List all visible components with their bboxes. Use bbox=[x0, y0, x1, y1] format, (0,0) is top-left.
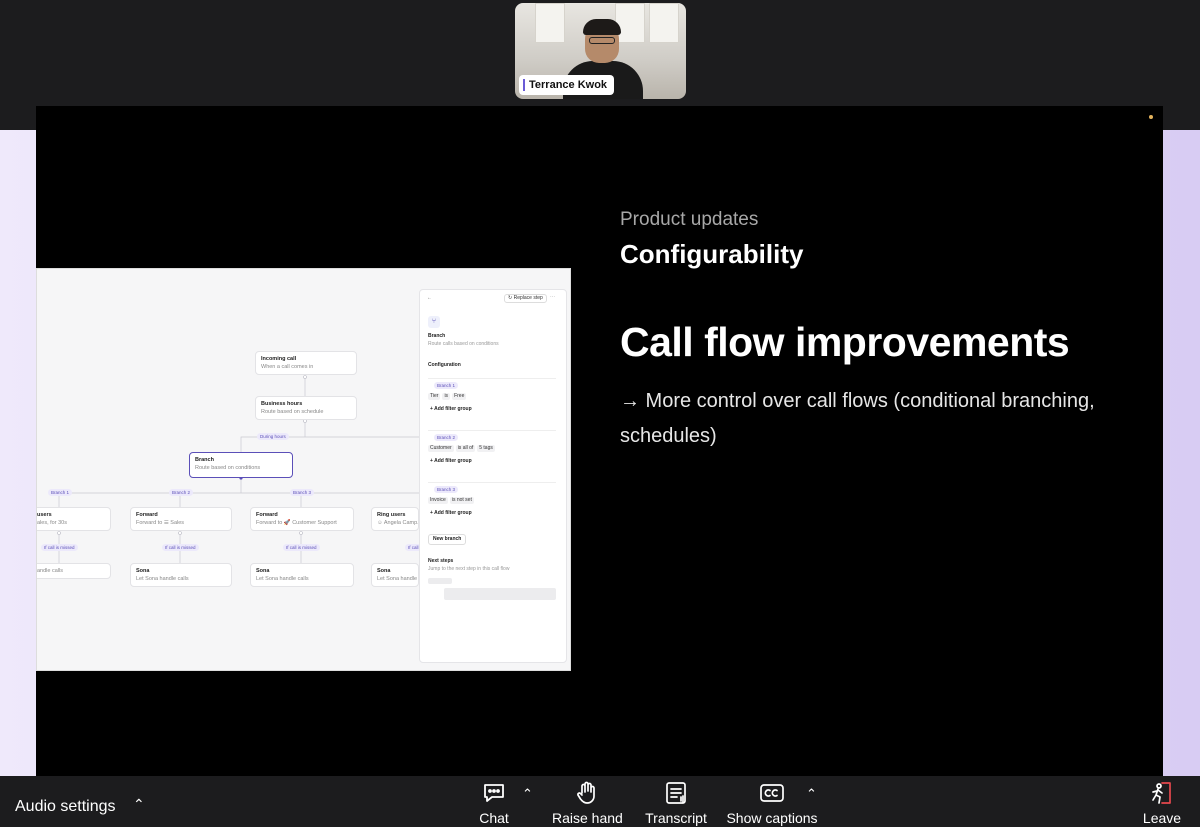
node-incoming-call[interactable]: Incoming call When a call comes in bbox=[255, 351, 357, 375]
panel-title: Branch bbox=[428, 333, 446, 339]
loading-skeleton bbox=[444, 588, 556, 600]
branch-2-filter[interactable]: Customer is all of 5 tags bbox=[428, 445, 497, 452]
loading-skeleton bbox=[428, 578, 452, 584]
next-steps-heading: Next steps bbox=[428, 558, 454, 564]
transcript-button[interactable]: Transcript bbox=[642, 780, 710, 826]
node-business-hours[interactable]: Business hours Route based on schedule bbox=[255, 396, 357, 420]
branch-3-label: Branch 3 bbox=[434, 486, 459, 493]
pill-branch-2: Branch 2 bbox=[169, 489, 194, 496]
node-sona[interactable]: Sona Let Sona handle calls bbox=[250, 563, 354, 587]
participant-name: Terrance Kwok bbox=[519, 75, 615, 95]
branch-3-filter[interactable]: Invoice is not set bbox=[428, 497, 476, 504]
node-sona-partial[interactable]: andle calls bbox=[37, 563, 111, 579]
branch-2-label: Branch 2 bbox=[434, 434, 459, 441]
shared-slide: Product updates Configurability Call flo… bbox=[36, 106, 1163, 776]
leave-button[interactable]: Leave bbox=[1140, 780, 1184, 826]
glasses bbox=[589, 37, 615, 44]
branch-1-config: Branch 1 Tier is Free + Add filter group bbox=[428, 378, 556, 428]
branch-3-config: Branch 3 Invoice is not set + Add filter … bbox=[428, 482, 556, 532]
branch-config-panel: ← ↻ Replace step ··· ⑂ Branch Route call… bbox=[419, 289, 567, 663]
node-forward-sales[interactable]: Forward Forward to ☰ Sales bbox=[130, 507, 232, 531]
meeting-control-bar: Audio settings ⌃ Chat ⌃ Raise hand Trans… bbox=[0, 776, 1200, 827]
back-arrow-icon[interactable]: ← bbox=[427, 295, 432, 302]
closed-captions-icon bbox=[760, 784, 784, 802]
chat-button[interactable]: Chat bbox=[476, 780, 512, 826]
person-hair bbox=[583, 19, 621, 35]
leave-icon bbox=[1152, 782, 1171, 804]
call-flow-screenshot: Incoming call When a call comes in Busin… bbox=[36, 268, 571, 671]
slide-bullet: → More control over call flows (conditio… bbox=[620, 390, 1095, 447]
recording-dot bbox=[1149, 115, 1153, 119]
participant-video-tile[interactable]: Terrance Kwok bbox=[515, 3, 686, 99]
pill-if-call-missed: If call is missed bbox=[162, 544, 199, 551]
slide-headline: Call flow improvements bbox=[620, 319, 1070, 365]
configuration-heading: Configuration bbox=[428, 362, 461, 368]
add-filter-group-button[interactable]: + Add filter group bbox=[430, 458, 472, 465]
chevron-up-icon[interactable]: ⌃ bbox=[133, 796, 145, 813]
panel-subtitle: Route calls based on conditions bbox=[428, 341, 499, 347]
audio-settings-button[interactable]: Audio settings bbox=[15, 798, 116, 816]
branch-2-config: Branch 2 Customer is all of 5 tags + Add f… bbox=[428, 430, 556, 480]
raise-hand-button[interactable]: Raise hand bbox=[552, 780, 623, 826]
cabinet bbox=[649, 3, 679, 43]
transcript-icon bbox=[666, 782, 686, 804]
hand-icon bbox=[577, 781, 595, 804]
next-steps-subtitle: Jump to the next step in this call flow bbox=[428, 566, 510, 572]
pill-if-call-missed: If call is missed bbox=[283, 544, 320, 551]
branch-1-label: Branch 1 bbox=[434, 382, 459, 389]
node-ring-users[interactable]: Ring users ☺ Angela Camp... bbox=[371, 507, 419, 531]
show-captions-button[interactable]: Show captions bbox=[726, 780, 818, 826]
more-icon[interactable]: ··· bbox=[550, 294, 555, 301]
chevron-up-icon[interactable]: ⌃ bbox=[522, 786, 533, 802]
replace-step-button[interactable]: ↻ Replace step bbox=[504, 294, 547, 303]
slide-eyebrow: Product updates bbox=[620, 209, 759, 230]
chat-icon bbox=[484, 784, 504, 802]
branch-icon: ⑂ bbox=[428, 316, 440, 328]
pill-during-hours: During hours bbox=[257, 433, 289, 440]
node-ring-users-partial[interactable]: users ales, for 30s bbox=[37, 507, 111, 531]
chevron-up-icon[interactable]: ⌃ bbox=[806, 786, 817, 802]
add-filter-group-button[interactable]: + Add filter group bbox=[430, 510, 472, 517]
node-forward-support[interactable]: Forward Forward to 🚀 Customer Support bbox=[250, 507, 354, 531]
node-branch[interactable]: Branch Route based on conditions bbox=[189, 452, 293, 478]
node-sona[interactable]: Sona Let Sona handle calls bbox=[371, 563, 419, 587]
cabinet bbox=[615, 3, 645, 43]
pill-if-call-missed: If call is missed bbox=[41, 544, 78, 551]
new-branch-button[interactable]: New branch bbox=[428, 534, 467, 545]
pill-branch-1: Branch 1 bbox=[48, 489, 73, 496]
add-filter-group-button[interactable]: + Add filter group bbox=[430, 406, 472, 413]
cabinet bbox=[535, 3, 565, 43]
pill-branch-3: Branch 3 bbox=[290, 489, 315, 496]
slide-section-title: Configurability bbox=[620, 239, 804, 269]
node-sona[interactable]: Sona Let Sona handle calls bbox=[130, 563, 232, 587]
branch-1-filter[interactable]: Tier is Free bbox=[428, 393, 468, 400]
